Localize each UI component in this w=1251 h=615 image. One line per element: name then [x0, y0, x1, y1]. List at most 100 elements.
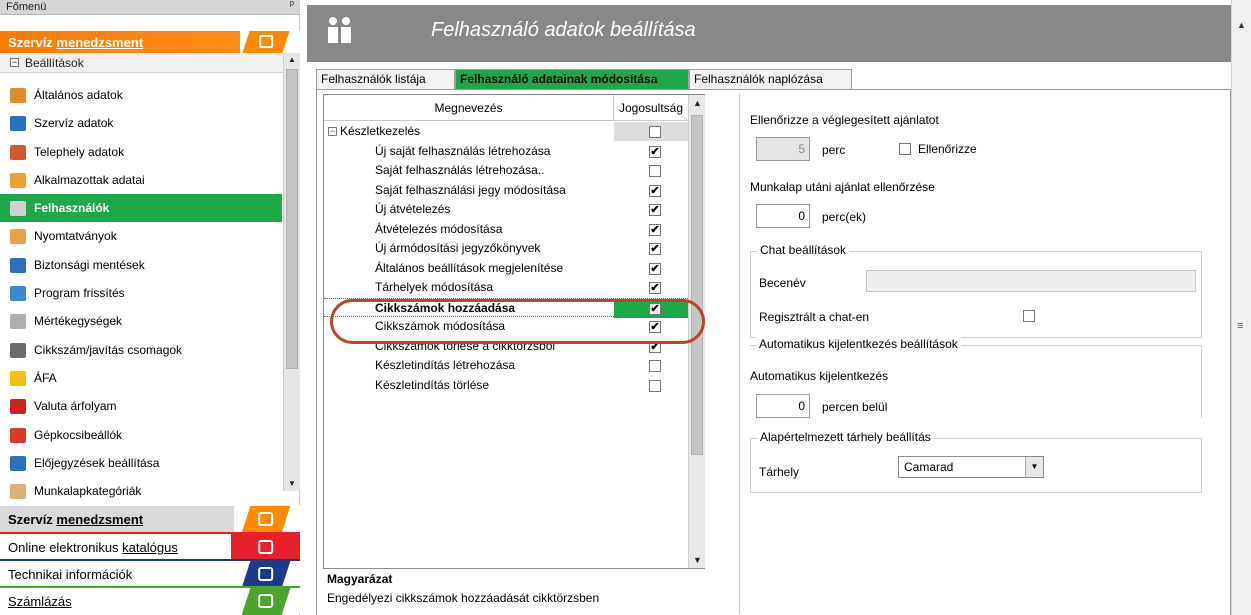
- chevron-down-icon[interactable]: ▼: [1025, 457, 1043, 477]
- category-technical-info[interactable]: Technikai információk: [0, 559, 300, 588]
- permission-checkbox[interactable]: ✔: [649, 243, 661, 255]
- pin-icon[interactable]: ᵖ: [290, 0, 294, 11]
- worksheet-offer-minutes-field[interactable]: 0: [756, 204, 810, 228]
- chat-settings-legend: Chat beállítások: [757, 243, 850, 257]
- service-management-icon: [242, 31, 290, 53]
- catalog-icon: [241, 534, 291, 561]
- offer-check-checkbox[interactable]: [899, 143, 911, 155]
- grid-group-row[interactable]: − Készletkezelés: [324, 122, 688, 142]
- permission-checkbox[interactable]: ✔: [649, 302, 661, 315]
- table-row[interactable]: Cikkszámok módosítása ✔: [324, 317, 688, 337]
- permission-checkbox[interactable]: ✔: [649, 282, 661, 294]
- sidebar-item-general-data[interactable]: Általános adatok: [0, 81, 282, 109]
- scroll-down-icon[interactable]: ▼: [284, 477, 300, 491]
- offer-check-unit: perc: [822, 143, 846, 157]
- scroll-up-icon[interactable]: ▲: [1237, 20, 1246, 30]
- sidebar-item-vat[interactable]: ÁFA: [0, 364, 282, 392]
- info-icon: [241, 561, 291, 588]
- employee-icon: [10, 172, 26, 188]
- table-row[interactable]: Saját felhasználási jegy módosítása ✔: [324, 181, 688, 201]
- permission-checkbox[interactable]: ✔: [649, 262, 661, 275]
- table-row[interactable]: Tárhelyek módosítása ✔: [324, 278, 688, 298]
- sidebar-item-backups[interactable]: Biztonsági mentések: [0, 251, 282, 279]
- sidebar-item-forms[interactable]: Nyomtatványok: [0, 222, 282, 250]
- collapse-icon[interactable]: −: [10, 58, 19, 67]
- permission-checkbox[interactable]: [649, 379, 661, 392]
- table-row[interactable]: Új ármódosítási jegyzőkönyvek ✔: [324, 239, 688, 259]
- vat-icon: [10, 370, 26, 386]
- permission-checkbox[interactable]: ✔: [649, 145, 661, 158]
- sidebar-scroll-thumb[interactable]: [286, 69, 298, 369]
- tab-edit-user[interactable]: Felhasználó adatainak módosítása: [455, 69, 689, 89]
- group-label: Készletkezelés: [340, 124, 421, 138]
- sidebar-item-car-bays[interactable]: Gépkocsibeállók: [0, 421, 282, 449]
- settings-section-header[interactable]: − Beállítások: [0, 53, 284, 73]
- category-invoicing[interactable]: Számlázás: [0, 586, 300, 615]
- scroll-grip-icon[interactable]: ≡: [1237, 320, 1243, 332]
- storage-label: Tárhely: [759, 465, 800, 479]
- chat-nickname-field[interactable]: [866, 270, 1196, 292]
- grid-scrollbar[interactable]: ▲ ▼: [688, 95, 705, 568]
- table-row[interactable]: Cikkszámok törlése a cikktörzsből ✔: [324, 337, 688, 357]
- auto-logout-minutes-field[interactable]: 0: [756, 394, 810, 418]
- table-row[interactable]: Saját felhasználás létrehozása..: [324, 161, 688, 181]
- storage-select[interactable]: Camarad ▼: [898, 456, 1044, 478]
- permission-checkbox[interactable]: ✔: [649, 321, 661, 333]
- offer-check-label: Ellenőrizze a véglegesített ajánlatot: [750, 113, 939, 127]
- sidebar-item-worksheet-categories[interactable]: Munkalapkategóriák: [0, 477, 282, 505]
- table-row[interactable]: Átvételezés módosítása ✔: [324, 220, 688, 240]
- auto-logout-legend: Automatikus kijelentkezés beállítások: [756, 337, 961, 351]
- category-online-catalog[interactable]: Online elektronikus katalógus: [0, 532, 300, 561]
- collapse-icon[interactable]: −: [328, 127, 337, 136]
- worksheet-offer-unit: perc(ek): [822, 210, 867, 224]
- chat-registered-checkbox[interactable]: [1023, 310, 1035, 322]
- sidebar-item-units[interactable]: Mértékegységek: [0, 307, 282, 335]
- sidebar-item-employees[interactable]: Alkalmazottak adatai: [0, 166, 282, 194]
- table-row-selected[interactable]: Cikkszámok hozzáadása ✔: [324, 297, 688, 318]
- sidebar-item-program-update[interactable]: Program frissítés: [0, 279, 282, 307]
- scroll-up-icon[interactable]: ▲: [284, 53, 300, 67]
- sidebar-scrollbar[interactable]: ▲ ▼: [283, 53, 300, 491]
- sidebar-item-site-data[interactable]: Telephely adatok: [0, 138, 282, 166]
- tab-user-list[interactable]: Felhasználók listája: [316, 69, 455, 89]
- sidebar-item-appointments[interactable]: Előjegyzések beállítása: [0, 449, 282, 477]
- permissions-grid: Megnevezés Jogosultság − Készletkezelés …: [323, 94, 705, 569]
- sidebar-item-users[interactable]: Felhasználók: [0, 194, 282, 223]
- category-service-management-bottom[interactable]: Szervíz menedzsment: [0, 505, 300, 533]
- group-checkbox[interactable]: [649, 126, 661, 138]
- settings-section-label: Beállítások: [25, 56, 84, 70]
- table-row[interactable]: Készletindítás létrehozása: [324, 356, 688, 376]
- permission-checkbox[interactable]: [649, 360, 661, 372]
- scroll-down-icon[interactable]: ▼: [693, 555, 702, 565]
- permission-checkbox[interactable]: ✔: [649, 340, 661, 353]
- permission-checkbox[interactable]: ✔: [649, 184, 661, 197]
- offer-check-minutes-field[interactable]: 5: [756, 137, 810, 161]
- sidebar-item-service-data[interactable]: Szervíz adatok: [0, 109, 282, 137]
- scroll-up-icon[interactable]: ▲: [693, 98, 702, 108]
- table-row[interactable]: Új átvételezés ✔: [324, 200, 688, 220]
- tab-user-logging[interactable]: Felhasználók naplózása: [689, 69, 852, 89]
- settings-nav-list: Általános adatok Szervíz adatok Telephel…: [0, 81, 282, 505]
- column-header-permission[interactable]: Jogosultság: [614, 95, 688, 121]
- category-service-management[interactable]: Szervíz menedzsment: [0, 31, 300, 53]
- category-icon: [10, 484, 26, 500]
- page-header: Felhasználó adatok beállítása: [307, 5, 1231, 62]
- sidebar-title: Főmenü: [6, 1, 47, 13]
- page-scrollbar[interactable]: ▲ ≡: [1231, 0, 1251, 615]
- permission-checkbox[interactable]: [649, 165, 661, 177]
- grid-scroll-thumb[interactable]: [691, 115, 703, 455]
- floppy-icon: [10, 257, 26, 273]
- table-row[interactable]: Készletindítás törlése: [324, 376, 688, 396]
- page-title: Felhasználó adatok beállítása: [431, 19, 696, 41]
- permission-checkbox[interactable]: ✔: [649, 204, 661, 216]
- column-header-name[interactable]: Megnevezés: [324, 95, 614, 121]
- car-bay-icon: [10, 427, 26, 443]
- sidebar-item-item-packages[interactable]: Cikkszám/javítás csomagok: [0, 336, 282, 364]
- users-icon: [10, 201, 26, 217]
- permission-checkbox[interactable]: ✔: [649, 223, 661, 236]
- table-row[interactable]: Új saját felhasználás létrehozása ✔: [324, 142, 688, 162]
- storage-settings-group: Alapértelmezett tárhely beállítás Tárhel…: [750, 430, 1202, 493]
- invoice-icon: [241, 588, 291, 615]
- table-row[interactable]: Általános beállítások megjelenítése ✔: [324, 259, 688, 279]
- sidebar-item-exchange-rate[interactable]: Valuta árfolyam: [0, 392, 282, 420]
